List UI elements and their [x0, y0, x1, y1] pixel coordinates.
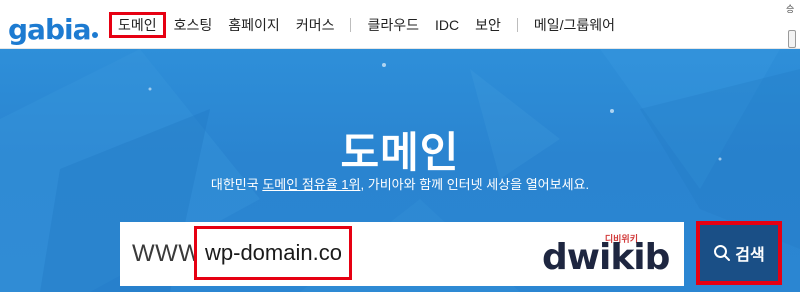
nav-item-commerce[interactable]: 커머스	[288, 12, 343, 38]
search-button[interactable]: 검색	[696, 221, 782, 285]
nav-item-domain[interactable]: 도메인	[109, 12, 166, 38]
search-icon	[714, 245, 731, 261]
watermark-logo: 디비위키 dwikib	[542, 232, 670, 278]
nav-divider	[350, 18, 352, 32]
nav-item-hosting[interactable]: 호스팅	[166, 12, 221, 38]
hero-subtitle: 대한민국 도메인 점유율 1위, 가비아와 함께 인터넷 세상을 열어보세요.	[0, 174, 800, 193]
market-share-link[interactable]: 도메인 점유율 1위	[262, 177, 360, 192]
main-nav: 도메인 호스팅 홈페이지 커머스 클라우드 IDC 보안 메일/그룹웨어	[109, 12, 623, 38]
nav-item-mail-groupware[interactable]: 메일/그룹웨어	[526, 12, 623, 38]
top-header: gabia 도메인 호스팅 홈페이지 커머스 클라우드 IDC 보안 메일/그룹…	[0, 0, 800, 49]
subtitle-lead: 대한민국	[210, 177, 263, 192]
subtitle-tail: , 가비아와 함께 인터넷 세상을 열어보세요.	[360, 177, 590, 192]
hero-banner: 도메인 대한민국 도메인 점유율 1위, 가비아와 함께 인터넷 세상을 열어보…	[0, 49, 800, 292]
domain-search-box: WWW. 디비위키 dwikib	[120, 222, 684, 286]
edge-login-text[interactable]: 승	[786, 2, 794, 15]
logo-dot	[92, 32, 99, 38]
watermark-english: dwikib	[542, 237, 670, 278]
logo-wordmark: gabia	[8, 13, 91, 46]
search-button-label: 검색	[735, 247, 765, 264]
nav-item-security[interactable]: 보안	[467, 12, 509, 38]
nav-divider	[516, 18, 518, 32]
scroll-handle[interactable]	[788, 30, 796, 48]
nav-item-cloud[interactable]: 클라우드	[359, 12, 427, 38]
nav-item-homepage[interactable]: 홈페이지	[220, 12, 288, 38]
nav-item-idc[interactable]: IDC	[427, 12, 467, 38]
gabia-logo[interactable]: gabia	[8, 8, 99, 46]
page-title: 도메인	[340, 128, 460, 177]
domain-search-input[interactable]	[194, 226, 352, 280]
